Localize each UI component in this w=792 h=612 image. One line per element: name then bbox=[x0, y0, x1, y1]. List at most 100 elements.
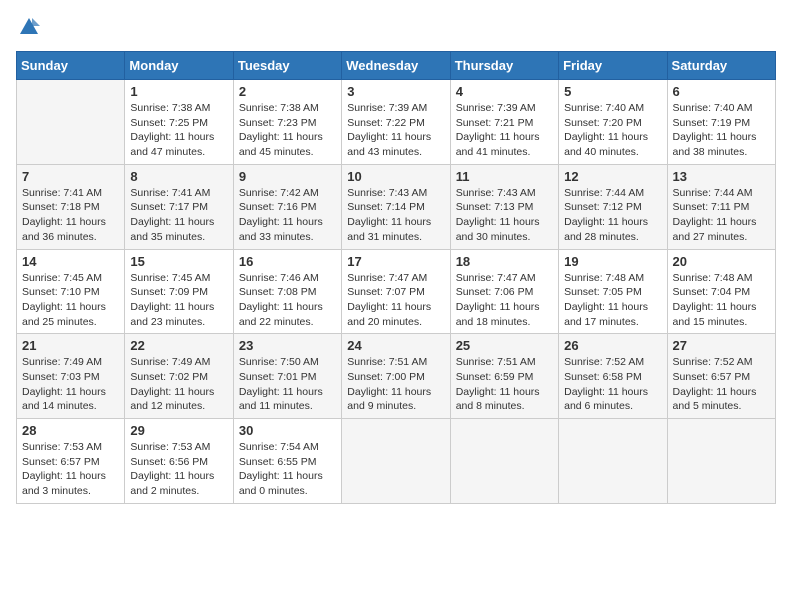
day-info: Sunrise: 7:48 AMSunset: 7:05 PMDaylight:… bbox=[564, 271, 661, 330]
calendar-cell: 6 Sunrise: 7:40 AMSunset: 7:19 PMDaylight… bbox=[667, 80, 775, 165]
day-number: 8 bbox=[130, 169, 227, 184]
day-number: 21 bbox=[22, 338, 119, 353]
calendar-cell: 13 Sunrise: 7:44 AMSunset: 7:11 PMDayligh… bbox=[667, 164, 775, 249]
day-number: 25 bbox=[456, 338, 553, 353]
calendar-cell bbox=[342, 419, 450, 504]
calendar-cell: 4 Sunrise: 7:39 AMSunset: 7:21 PMDaylight… bbox=[450, 80, 558, 165]
calendar-cell: 15Sunrise: 7:45 AMSunset: 7:09 PMDayligh… bbox=[125, 249, 233, 334]
calendar-cell bbox=[667, 419, 775, 504]
day-info: Sunrise: 7:50 AMSunset: 7:01 PMDaylight:… bbox=[239, 355, 336, 414]
calendar-cell: 18Sunrise: 7:47 AMSunset: 7:06 PMDayligh… bbox=[450, 249, 558, 334]
day-info: Sunrise: 7:48 AMSunset: 7:04 PMDaylight:… bbox=[673, 271, 770, 330]
day-info: Sunrise: 7:40 AMSunset: 7:20 PMDaylight:… bbox=[564, 101, 661, 160]
calendar-cell: 14 Sunrise: 7:45 AMSunset: 7:10 PMDayligh… bbox=[17, 249, 125, 334]
day-number: 16 bbox=[239, 254, 336, 269]
calendar-cell: 21 Sunrise: 7:49 AMSunset: 7:03 PMDayligh… bbox=[17, 334, 125, 419]
calendar-week-row: 1 Sunrise: 7:38 AMSunset: 7:25 PMDaylight… bbox=[17, 80, 776, 165]
day-info: Sunrise: 7:51 AMSunset: 7:00 PMDaylight:… bbox=[347, 355, 444, 414]
calendar-cell: 1 Sunrise: 7:38 AMSunset: 7:25 PMDaylight… bbox=[125, 80, 233, 165]
day-number: 11 bbox=[456, 169, 553, 184]
day-info: Sunrise: 7:44 AMSunset: 7:11 PMDaylight:… bbox=[673, 186, 770, 245]
calendar-cell: 2 Sunrise: 7:38 AMSunset: 7:23 PMDaylight… bbox=[233, 80, 341, 165]
day-info: Sunrise: 7:54 AMSunset: 6:55 PMDaylight:… bbox=[239, 440, 336, 499]
day-number: 5 bbox=[564, 84, 661, 99]
weekday-header-row: SundayMondayTuesdayWednesdayThursdayFrid… bbox=[17, 52, 776, 80]
day-info: Sunrise: 7:52 AMSunset: 6:57 PMDaylight:… bbox=[673, 355, 770, 414]
day-number: 2 bbox=[239, 84, 336, 99]
calendar-cell bbox=[17, 80, 125, 165]
day-number: 10 bbox=[347, 169, 444, 184]
day-number: 6 bbox=[673, 84, 770, 99]
day-number: 29 bbox=[130, 423, 227, 438]
day-number: 30 bbox=[239, 423, 336, 438]
day-number: 14 bbox=[22, 254, 119, 269]
calendar-cell: 5 Sunrise: 7:40 AMSunset: 7:20 PMDaylight… bbox=[559, 80, 667, 165]
calendar-cell: 8 Sunrise: 7:41 AMSunset: 7:17 PMDaylight… bbox=[125, 164, 233, 249]
day-info: Sunrise: 7:49 AMSunset: 7:02 PMDaylight:… bbox=[130, 355, 227, 414]
day-info: Sunrise: 7:47 AMSunset: 7:07 PMDaylight:… bbox=[347, 271, 444, 330]
day-info: Sunrise: 7:53 AMSunset: 6:57 PMDaylight:… bbox=[22, 440, 119, 499]
calendar-cell: 11 Sunrise: 7:43 AMSunset: 7:13 PMDayligh… bbox=[450, 164, 558, 249]
day-info: Sunrise: 7:38 AMSunset: 7:23 PMDaylight:… bbox=[239, 101, 336, 160]
day-info: Sunrise: 7:41 AMSunset: 7:17 PMDaylight:… bbox=[130, 186, 227, 245]
calendar-week-row: 21 Sunrise: 7:49 AMSunset: 7:03 PMDayligh… bbox=[17, 334, 776, 419]
calendar-cell: 30 Sunrise: 7:54 AMSunset: 6:55 PMDayligh… bbox=[233, 419, 341, 504]
calendar-week-row: 14 Sunrise: 7:45 AMSunset: 7:10 PMDayligh… bbox=[17, 249, 776, 334]
calendar-cell: 17 Sunrise: 7:47 AMSunset: 7:07 PMDayligh… bbox=[342, 249, 450, 334]
day-info: Sunrise: 7:38 AMSunset: 7:25 PMDaylight:… bbox=[130, 101, 227, 160]
calendar-cell: 9 Sunrise: 7:42 AMSunset: 7:16 PMDaylight… bbox=[233, 164, 341, 249]
day-info: Sunrise: 7:41 AMSunset: 7:18 PMDaylight:… bbox=[22, 186, 119, 245]
day-number: 17 bbox=[347, 254, 444, 269]
day-number: 12 bbox=[564, 169, 661, 184]
day-number: 28 bbox=[22, 423, 119, 438]
day-info: Sunrise: 7:43 AMSunset: 7:13 PMDaylight:… bbox=[456, 186, 553, 245]
calendar-cell: 16 Sunrise: 7:46 AMSunset: 7:08 PMDayligh… bbox=[233, 249, 341, 334]
day-number: 13 bbox=[673, 169, 770, 184]
day-info: Sunrise: 7:43 AMSunset: 7:14 PMDaylight:… bbox=[347, 186, 444, 245]
weekday-header-monday: Monday bbox=[125, 52, 233, 80]
calendar-cell: 19 Sunrise: 7:48 AMSunset: 7:05 PMDayligh… bbox=[559, 249, 667, 334]
calendar-cell: 26 Sunrise: 7:52 AMSunset: 6:58 PMDayligh… bbox=[559, 334, 667, 419]
day-number: 27 bbox=[673, 338, 770, 353]
calendar-week-row: 7 Sunrise: 7:41 AMSunset: 7:18 PMDaylight… bbox=[17, 164, 776, 249]
calendar-cell: 20Sunrise: 7:48 AMSunset: 7:04 PMDayligh… bbox=[667, 249, 775, 334]
weekday-header-saturday: Saturday bbox=[667, 52, 775, 80]
calendar-week-row: 28 Sunrise: 7:53 AMSunset: 6:57 PMDayligh… bbox=[17, 419, 776, 504]
day-number: 4 bbox=[456, 84, 553, 99]
day-info: Sunrise: 7:39 AMSunset: 7:21 PMDaylight:… bbox=[456, 101, 553, 160]
calendar-cell: 3 Sunrise: 7:39 AMSunset: 7:22 PMDaylight… bbox=[342, 80, 450, 165]
day-info: Sunrise: 7:45 AMSunset: 7:09 PMDaylight:… bbox=[130, 271, 227, 330]
calendar-cell: 22Sunrise: 7:49 AMSunset: 7:02 PMDayligh… bbox=[125, 334, 233, 419]
calendar-cell: 29 Sunrise: 7:53 AMSunset: 6:56 PMDayligh… bbox=[125, 419, 233, 504]
day-number: 9 bbox=[239, 169, 336, 184]
weekday-header-sunday: Sunday bbox=[17, 52, 125, 80]
day-info: Sunrise: 7:46 AMSunset: 7:08 PMDaylight:… bbox=[239, 271, 336, 330]
calendar-cell: 23Sunrise: 7:50 AMSunset: 7:01 PMDayligh… bbox=[233, 334, 341, 419]
weekday-header-wednesday: Wednesday bbox=[342, 52, 450, 80]
day-info: Sunrise: 7:44 AMSunset: 7:12 PMDaylight:… bbox=[564, 186, 661, 245]
day-info: Sunrise: 7:53 AMSunset: 6:56 PMDaylight:… bbox=[130, 440, 227, 499]
day-number: 7 bbox=[22, 169, 119, 184]
calendar-cell: 7 Sunrise: 7:41 AMSunset: 7:18 PMDaylight… bbox=[17, 164, 125, 249]
day-number: 19 bbox=[564, 254, 661, 269]
calendar-cell: 27 Sunrise: 7:52 AMSunset: 6:57 PMDayligh… bbox=[667, 334, 775, 419]
day-info: Sunrise: 7:45 AMSunset: 7:10 PMDaylight:… bbox=[22, 271, 119, 330]
day-number: 26 bbox=[564, 338, 661, 353]
page-header bbox=[16, 16, 776, 43]
weekday-header-friday: Friday bbox=[559, 52, 667, 80]
day-info: Sunrise: 7:40 AMSunset: 7:19 PMDaylight:… bbox=[673, 101, 770, 160]
calendar-cell bbox=[559, 419, 667, 504]
day-info: Sunrise: 7:39 AMSunset: 7:22 PMDaylight:… bbox=[347, 101, 444, 160]
calendar-cell: 12 Sunrise: 7:44 AMSunset: 7:12 PMDayligh… bbox=[559, 164, 667, 249]
day-number: 1 bbox=[130, 84, 227, 99]
day-number: 3 bbox=[347, 84, 444, 99]
day-info: Sunrise: 7:42 AMSunset: 7:16 PMDaylight:… bbox=[239, 186, 336, 245]
calendar-cell: 25Sunrise: 7:51 AMSunset: 6:59 PMDayligh… bbox=[450, 334, 558, 419]
calendar-cell: 24Sunrise: 7:51 AMSunset: 7:00 PMDayligh… bbox=[342, 334, 450, 419]
day-info: Sunrise: 7:52 AMSunset: 6:58 PMDaylight:… bbox=[564, 355, 661, 414]
logo-text bbox=[16, 16, 40, 43]
logo bbox=[16, 16, 40, 43]
logo-icon bbox=[18, 16, 40, 38]
day-number: 18 bbox=[456, 254, 553, 269]
day-info: Sunrise: 7:49 AMSunset: 7:03 PMDaylight:… bbox=[22, 355, 119, 414]
